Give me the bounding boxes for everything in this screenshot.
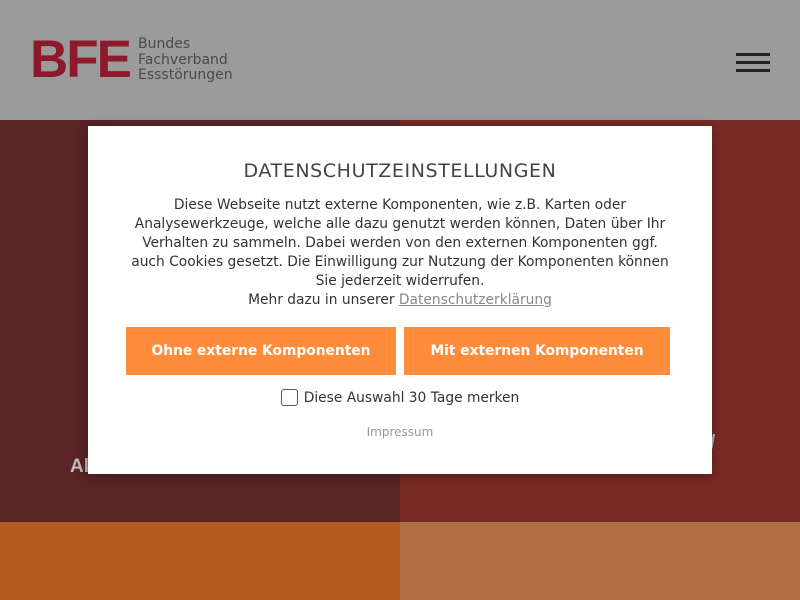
dialog-body: Diese Webseite nutzt externe Komponenten… [128, 196, 672, 310]
remember-choice-label[interactable]: Diese Auswahl 30 Tage merken [304, 390, 520, 406]
dialog-description: Diese Webseite nutzt externe Komponenten… [131, 197, 669, 289]
remember-choice-row: Diese Auswahl 30 Tage merken [88, 389, 712, 406]
remember-choice-checkbox[interactable] [280, 389, 298, 406]
use-without-external-components-button[interactable]: Ohne externe Komponenten nutzen [126, 327, 396, 407]
impressum-link[interactable]: Impressum [88, 425, 712, 439]
use-with-external-components-button[interactable]: Mit externen Komponenten nutzen [404, 327, 670, 407]
privacy-settings-dialog: DATENSCHUTZEINSTELLUNGEN Diese Webseite … [88, 126, 712, 474]
more-info-prefix: Mehr dazu in unserer [248, 292, 399, 308]
dialog-title: DATENSCHUTZEINSTELLUNGEN [243, 160, 557, 182]
privacy-policy-link[interactable]: Datenschutzerklärung [399, 292, 552, 308]
